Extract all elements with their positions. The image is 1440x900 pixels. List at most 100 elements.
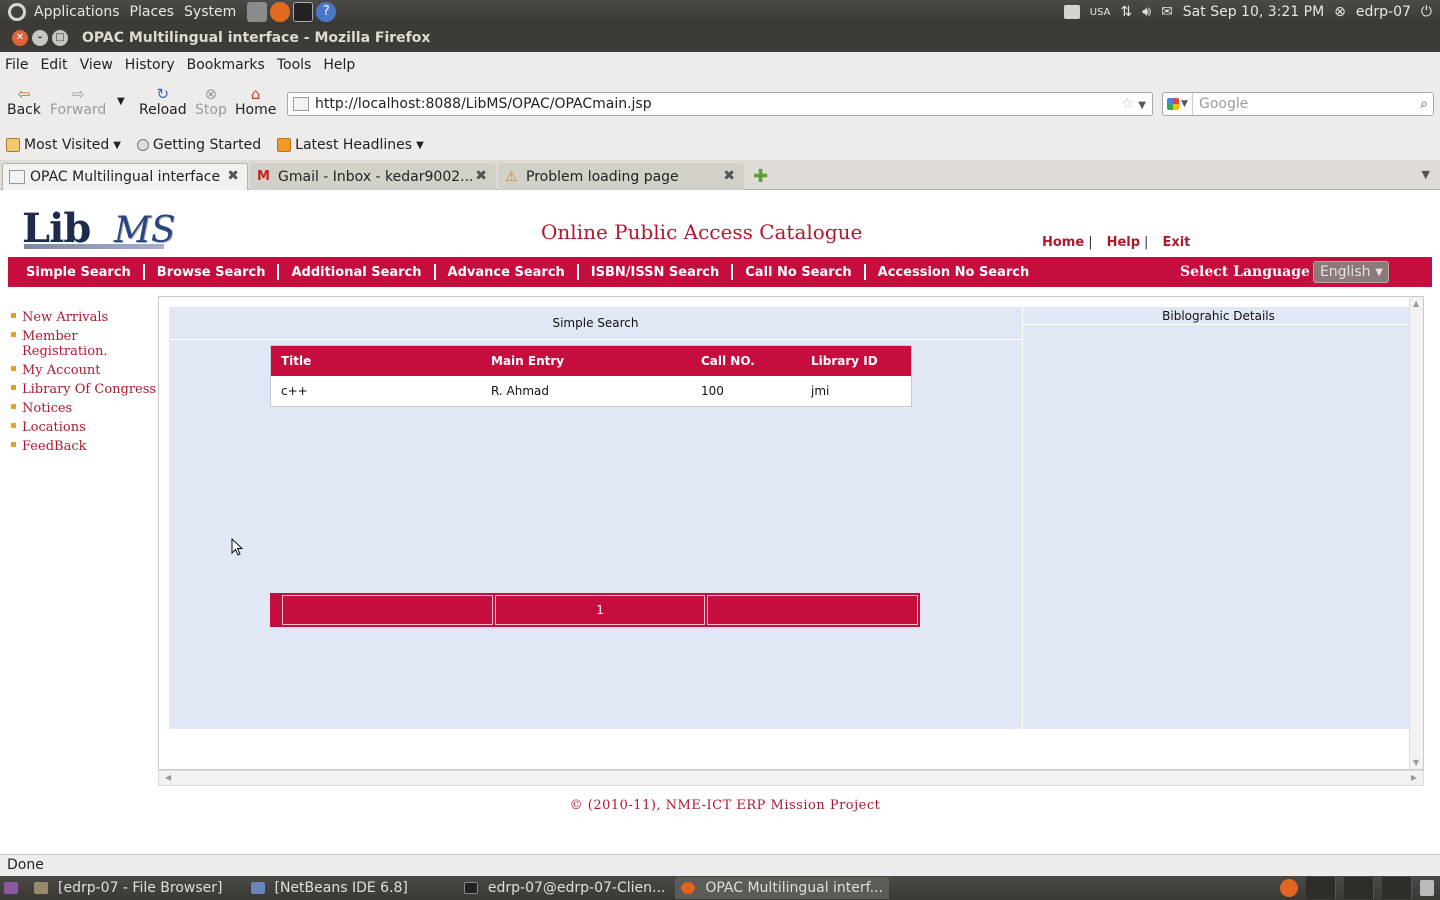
close-tab-icon[interactable]: ✖: [723, 168, 735, 184]
menu-edit[interactable]: Edit: [40, 57, 67, 73]
bookmark-star-icon[interactable]: ☆ ▼: [1121, 96, 1146, 112]
list-all-tabs-icon[interactable]: ▼: [1422, 168, 1430, 181]
column-title[interactable]: Title: [271, 354, 481, 368]
nav-isbn-search[interactable]: ISBN/ISSN Search: [579, 265, 731, 280]
power-icon[interactable]: ⏻: [1421, 4, 1432, 20]
search-input[interactable]: ▼ Google ⌕: [1162, 92, 1434, 116]
menu-tools[interactable]: Tools: [277, 57, 312, 73]
pager-cell-prev[interactable]: [282, 595, 493, 625]
back-label: Back: [7, 102, 41, 118]
nav-additional-search[interactable]: Additional Search: [279, 265, 433, 280]
sidebar-item-library-of-congress[interactable]: Library Of Congress: [11, 382, 161, 397]
window-close-button[interactable]: ✕: [12, 30, 28, 46]
nav-advance-search[interactable]: Advance Search: [436, 265, 577, 280]
system-menu[interactable]: System: [182, 4, 244, 20]
sidebar-item-member-registration[interactable]: Member Registration.: [11, 329, 161, 359]
screenshot-launcher-icon[interactable]: [247, 2, 268, 22]
sidebar-item-locations[interactable]: Locations: [11, 420, 161, 435]
search-engine-icon[interactable]: ▼: [1163, 93, 1193, 115]
sidebar-item-feedback[interactable]: FeedBack: [11, 439, 161, 454]
url-bar[interactable]: http://localhost:8088/LibMS/OPAC/OPACmai…: [287, 92, 1153, 116]
table-row[interactable]: c++ R. Ahmad 100 jmi: [271, 376, 911, 406]
nav-browse-search[interactable]: Browse Search: [145, 265, 278, 280]
menu-history[interactable]: History: [125, 57, 175, 73]
reload-label: Reload: [139, 102, 187, 118]
navigation-toolbar: ⇦ Back ⇨ Forward ▼ ↻ Reload ⊗ Stop ⌂ Hom…: [0, 78, 1440, 130]
window-minimize-button[interactable]: –: [32, 30, 48, 46]
workspace-1[interactable]: [1306, 877, 1336, 899]
home-button[interactable]: ⌂ Home: [235, 86, 276, 118]
status-bar: Done: [0, 854, 1440, 876]
volume-icon[interactable]: 🔊︎: [1142, 4, 1151, 20]
nav-call-no-search[interactable]: Call No Search: [733, 265, 863, 280]
user-name[interactable]: edrp-07: [1356, 4, 1411, 20]
column-main-entry[interactable]: Main Entry: [481, 354, 691, 368]
nav-accession-no-search[interactable]: Accession No Search: [866, 265, 1042, 280]
scroll-up-icon[interactable]: ▲: [1413, 299, 1419, 308]
back-button[interactable]: ⇦ Back: [7, 86, 41, 118]
tab-opac[interactable]: OPAC Multilingual interface ✖: [2, 163, 248, 190]
close-tab-icon[interactable]: ✖: [475, 168, 487, 184]
close-tab-icon[interactable]: ✖: [227, 168, 239, 184]
bookmark-most-visited[interactable]: Most Visited ▼: [6, 137, 121, 153]
show-desktop-icon[interactable]: [0, 877, 26, 899]
mail-icon[interactable]: ✉: [1161, 4, 1173, 20]
firefox-tray-icon[interactable]: [1280, 879, 1298, 897]
trash-icon[interactable]: [1420, 880, 1434, 896]
task-firefox[interactable]: OPAC Multilingual interf...: [675, 877, 889, 899]
task-netbeans[interactable]: [NetBeans IDE 6.8]: [245, 877, 414, 899]
new-tab-icon[interactable]: ✚: [753, 166, 768, 187]
window-maximize-button[interactable]: □: [52, 30, 68, 46]
vertical-scrollbar[interactable]: ▲ ▼: [1409, 297, 1423, 769]
sidebar-item-new-arrivals[interactable]: New Arrivals: [11, 310, 161, 325]
places-menu[interactable]: Places: [128, 4, 183, 20]
menu-bookmarks[interactable]: Bookmarks: [187, 57, 265, 73]
menu-view[interactable]: View: [80, 57, 113, 73]
firefox-launcher-icon[interactable]: [270, 2, 291, 22]
task-file-browser[interactable]: [edrp-07 - File Browser]: [28, 877, 229, 899]
workspace-2[interactable]: [1344, 877, 1374, 899]
scroll-right-icon[interactable]: ▶: [1411, 773, 1417, 782]
pager-page-1[interactable]: 1: [494, 595, 706, 625]
tab-gmail[interactable]: M Gmail - Inbox - kedar9002... ✖: [250, 163, 496, 190]
applications-menu[interactable]: Applications: [32, 4, 128, 20]
column-library-id[interactable]: Library ID: [801, 354, 911, 368]
sidebar-item-notices[interactable]: Notices: [11, 401, 161, 416]
printer-icon[interactable]: [1063, 5, 1080, 19]
network-icon[interactable]: ⇅: [1121, 4, 1133, 20]
sidebar-item-my-account[interactable]: My Account: [11, 363, 161, 378]
scroll-down-icon[interactable]: ▼: [1413, 758, 1419, 767]
help-launcher-icon[interactable]: ?: [316, 2, 337, 22]
netbeans-icon: [250, 882, 265, 894]
bullet-icon: [11, 332, 16, 337]
help-link[interactable]: Help: [1107, 235, 1140, 250]
scroll-left-icon[interactable]: ◀: [165, 773, 171, 782]
keyboard-layout[interactable]: USA: [1090, 7, 1111, 18]
nav-simple-search[interactable]: Simple Search: [8, 265, 143, 280]
task-terminal[interactable]: edrp-07@edrp-07-Clien...: [458, 877, 671, 899]
search-placeholder: Google: [1199, 96, 1249, 112]
language-select[interactable]: English ▼: [1312, 261, 1389, 283]
menu-file[interactable]: File: [5, 57, 28, 73]
workspace-3[interactable]: [1382, 877, 1412, 899]
forward-button[interactable]: ⇨ Forward: [50, 86, 106, 118]
column-call-no[interactable]: Call NO.: [691, 354, 801, 368]
history-dropdown-button[interactable]: ▼: [117, 96, 125, 107]
search-icon[interactable]: ⌕: [1420, 96, 1428, 112]
bookmark-latest-headlines[interactable]: Latest Headlines ▼: [277, 137, 424, 153]
terminal-launcher-icon[interactable]: [293, 2, 314, 22]
horizontal-scrollbar[interactable]: ◀ ▶: [158, 770, 1424, 786]
ubuntu-logo-icon[interactable]: [8, 3, 26, 21]
pager-cell-next[interactable]: [707, 595, 919, 625]
stop-button[interactable]: ⊗ Stop: [195, 86, 227, 118]
clock[interactable]: Sat Sep 10, 3:21 PM: [1183, 4, 1324, 20]
home-link[interactable]: Home: [1042, 235, 1084, 250]
tab-problem-loading[interactable]: ⚠ Problem loading page ✖: [498, 163, 744, 190]
user-status-icon[interactable]: ⊗: [1334, 4, 1346, 20]
menu-help[interactable]: Help: [323, 57, 355, 73]
window-title: OPAC Multilingual interface - Mozilla Fi…: [82, 30, 431, 46]
exit-link[interactable]: Exit: [1162, 235, 1190, 250]
sidebar-item-label: My Account: [22, 363, 101, 378]
reload-button[interactable]: ↻ Reload: [139, 86, 187, 118]
bookmark-getting-started[interactable]: Getting Started: [136, 137, 261, 153]
